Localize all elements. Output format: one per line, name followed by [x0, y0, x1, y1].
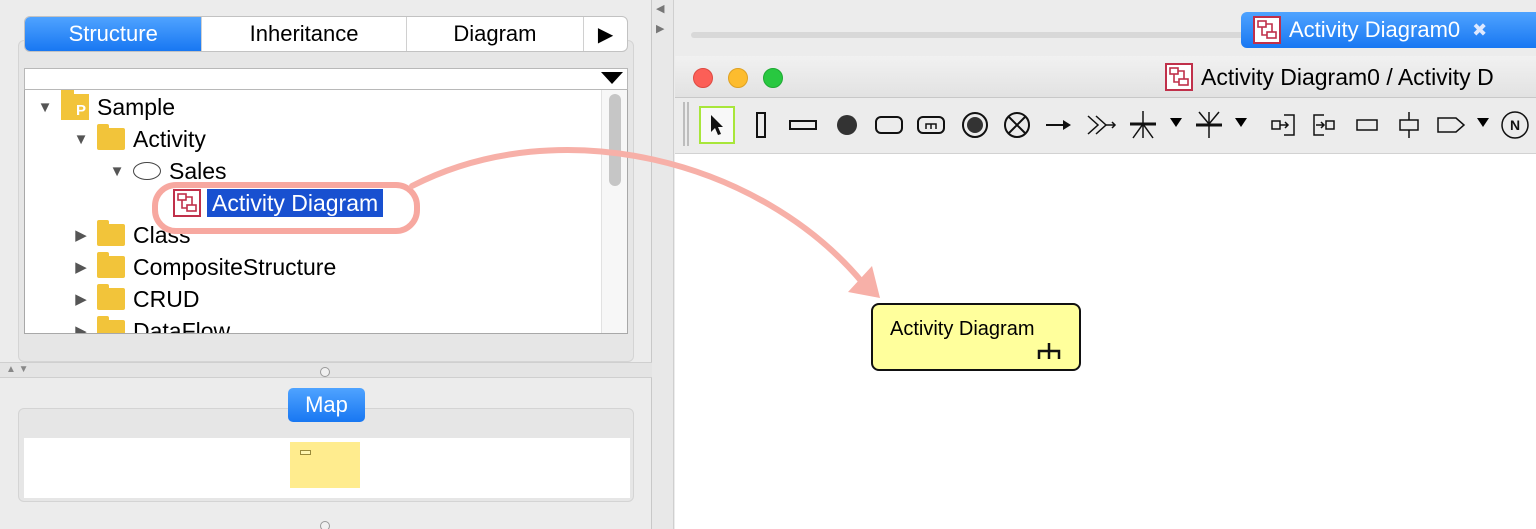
- signal-dropdown-icon[interactable]: [1477, 118, 1489, 127]
- expand-triangle-icon[interactable]: ▶: [69, 226, 93, 244]
- activity-diagram-icon: [173, 189, 201, 217]
- tab-inheritance[interactable]: Inheritance: [202, 17, 407, 51]
- rake-icon: [1037, 342, 1061, 365]
- tree-item-label: Class: [133, 221, 191, 248]
- folder-icon: [97, 252, 125, 278]
- tree-item-dataflow[interactable]: ▶ DataFlow: [69, 316, 231, 334]
- activity-diagram-node[interactable]: Activity Diagram: [871, 303, 1081, 371]
- expand-triangle-icon[interactable]: ▶: [69, 322, 93, 333]
- zoom-window-button[interactable]: [763, 68, 783, 88]
- tree-item-crud[interactable]: ▶ CRUD: [69, 284, 199, 314]
- output-pin-tool-icon[interactable]: [1307, 106, 1343, 144]
- send-signal-tool-icon[interactable]: [1433, 106, 1469, 144]
- tab-diagram[interactable]: Diagram: [407, 17, 585, 51]
- fork-dropdown-icon[interactable]: [1170, 118, 1182, 127]
- select-tool-cursor-icon[interactable]: [699, 106, 735, 144]
- collapse-left-arrow-icon[interactable]: ◀: [656, 2, 664, 15]
- tree-item-activity-diagram[interactable]: Activity Diagram: [173, 188, 384, 218]
- tab-bar-track: [691, 32, 1251, 38]
- document-tab-bar: Activity Diagram0 ✖: [675, 0, 1536, 56]
- expand-right-arrow-icon[interactable]: ▶: [656, 22, 664, 35]
- join-tool-icon[interactable]: [1191, 106, 1227, 144]
- tree-item-label: CRUD: [133, 285, 200, 312]
- control-flow-arrow-icon[interactable]: [1041, 106, 1077, 144]
- split-arrows-icon[interactable]: ▲ ▼: [6, 364, 29, 375]
- tree-header: [24, 68, 628, 90]
- partition-horizontal-tool-icon[interactable]: [785, 106, 821, 144]
- document-tab-label: Activity Diagram0: [1289, 17, 1461, 42]
- tree-item-root[interactable]: ▼ P Sample: [33, 90, 175, 122]
- flow-final-tool-icon[interactable]: [999, 106, 1035, 144]
- tab-overflow-arrow-icon[interactable]: ▶: [584, 17, 627, 51]
- split-grip-icon[interactable]: [320, 367, 330, 377]
- collapse-triangle-icon[interactable]: ▼: [33, 99, 57, 116]
- svg-text:N: N: [1510, 117, 1520, 133]
- bottom-grip-icon[interactable]: [320, 521, 330, 529]
- tab-structure[interactable]: Structure: [25, 17, 203, 51]
- window-title: Activity Diagram0 / Activity D: [1165, 63, 1494, 91]
- window-title-bar: Activity Diagram0 / Activity D: [675, 56, 1536, 98]
- partition-icon: [133, 162, 161, 180]
- expand-triangle-icon[interactable]: ▶: [69, 290, 93, 308]
- partition-vertical-tool-icon[interactable]: [743, 106, 779, 144]
- initial-node-tool-icon[interactable]: [829, 106, 865, 144]
- minimize-window-button[interactable]: [728, 68, 748, 88]
- join-dropdown-icon[interactable]: [1235, 118, 1247, 127]
- tree-item-activity[interactable]: ▼ Activity: [69, 124, 206, 154]
- expand-triangle-icon[interactable]: ▶: [69, 258, 93, 276]
- model-tree: ▼ P Sample ▼ Activity ▼ Sales Activity D…: [24, 90, 628, 334]
- project-icon: P: [61, 90, 89, 120]
- call-behavior-tool-icon[interactable]: [913, 106, 949, 144]
- diagram-canvas[interactable]: Activity Diagram: [675, 154, 1536, 529]
- close-tab-icon[interactable]: ✖: [1472, 20, 1487, 41]
- diagram-toolbar: N: [675, 98, 1536, 154]
- vertical-splitter[interactable]: ◀ ▶: [652, 0, 674, 529]
- object-node-tool-icon[interactable]: [1349, 106, 1385, 144]
- close-window-button[interactable]: [693, 68, 713, 88]
- diagram-editor: Activity Diagram0 ✖ Activity Diagram0 / …: [675, 0, 1536, 529]
- activity-diagram-icon: [1253, 16, 1281, 44]
- collapse-triangle-icon[interactable]: ▼: [105, 163, 129, 180]
- window-title-label: Activity Diagram0 / Activity D: [1201, 63, 1494, 90]
- document-tab[interactable]: Activity Diagram0 ✖: [1241, 12, 1536, 48]
- folder-icon: [97, 316, 125, 333]
- tree-scrollbar[interactable]: [601, 90, 627, 333]
- decision-merge-tool-icon[interactable]: [1083, 106, 1119, 144]
- folder-icon: [97, 220, 125, 246]
- action-tool-icon[interactable]: [871, 106, 907, 144]
- tree-scroll-thumb[interactable]: [609, 94, 621, 186]
- tree-item-label: CompositeStructure: [133, 253, 337, 280]
- structure-panel: Structure Inheritance Diagram ▶ ▼ P Samp…: [0, 0, 652, 529]
- tree-item-label: Sales: [169, 157, 227, 184]
- collapse-triangle-icon[interactable]: ▼: [69, 131, 93, 148]
- map-view-rect[interactable]: [290, 442, 360, 488]
- panel-tabs: Structure Inheritance Diagram ▶: [24, 16, 628, 52]
- final-node-tool-icon[interactable]: [957, 106, 993, 144]
- note-tool-icon[interactable]: N: [1497, 106, 1533, 144]
- input-pin-tool-icon[interactable]: [1265, 106, 1301, 144]
- tree-item-label: DataFlow: [133, 317, 231, 334]
- tree-item-label: Activity Diagram: [207, 189, 384, 217]
- fork-tool-icon[interactable]: [1125, 106, 1161, 144]
- node-label: Activity Diagram: [890, 318, 1035, 340]
- toolbar-grip[interactable]: [683, 102, 689, 146]
- folder-icon: [97, 124, 125, 150]
- map-button[interactable]: Map: [288, 388, 365, 422]
- activity-diagram-icon: [1165, 63, 1193, 91]
- tree-item-label: Activity: [133, 125, 206, 152]
- tree-item-sales[interactable]: ▼ Sales: [105, 156, 227, 186]
- folder-icon: [97, 284, 125, 310]
- map-node-preview: [300, 450, 311, 455]
- panel-split-handle[interactable]: ▲ ▼: [0, 362, 652, 378]
- tree-menu-dropdown-icon[interactable]: [601, 72, 623, 84]
- pin-tool-icon[interactable]: [1391, 106, 1427, 144]
- tree-item-class[interactable]: ▶ Class: [69, 220, 191, 250]
- tree-item-compositestructure[interactable]: ▶ CompositeStructure: [69, 252, 336, 282]
- tree-item-label: Sample: [97, 93, 175, 120]
